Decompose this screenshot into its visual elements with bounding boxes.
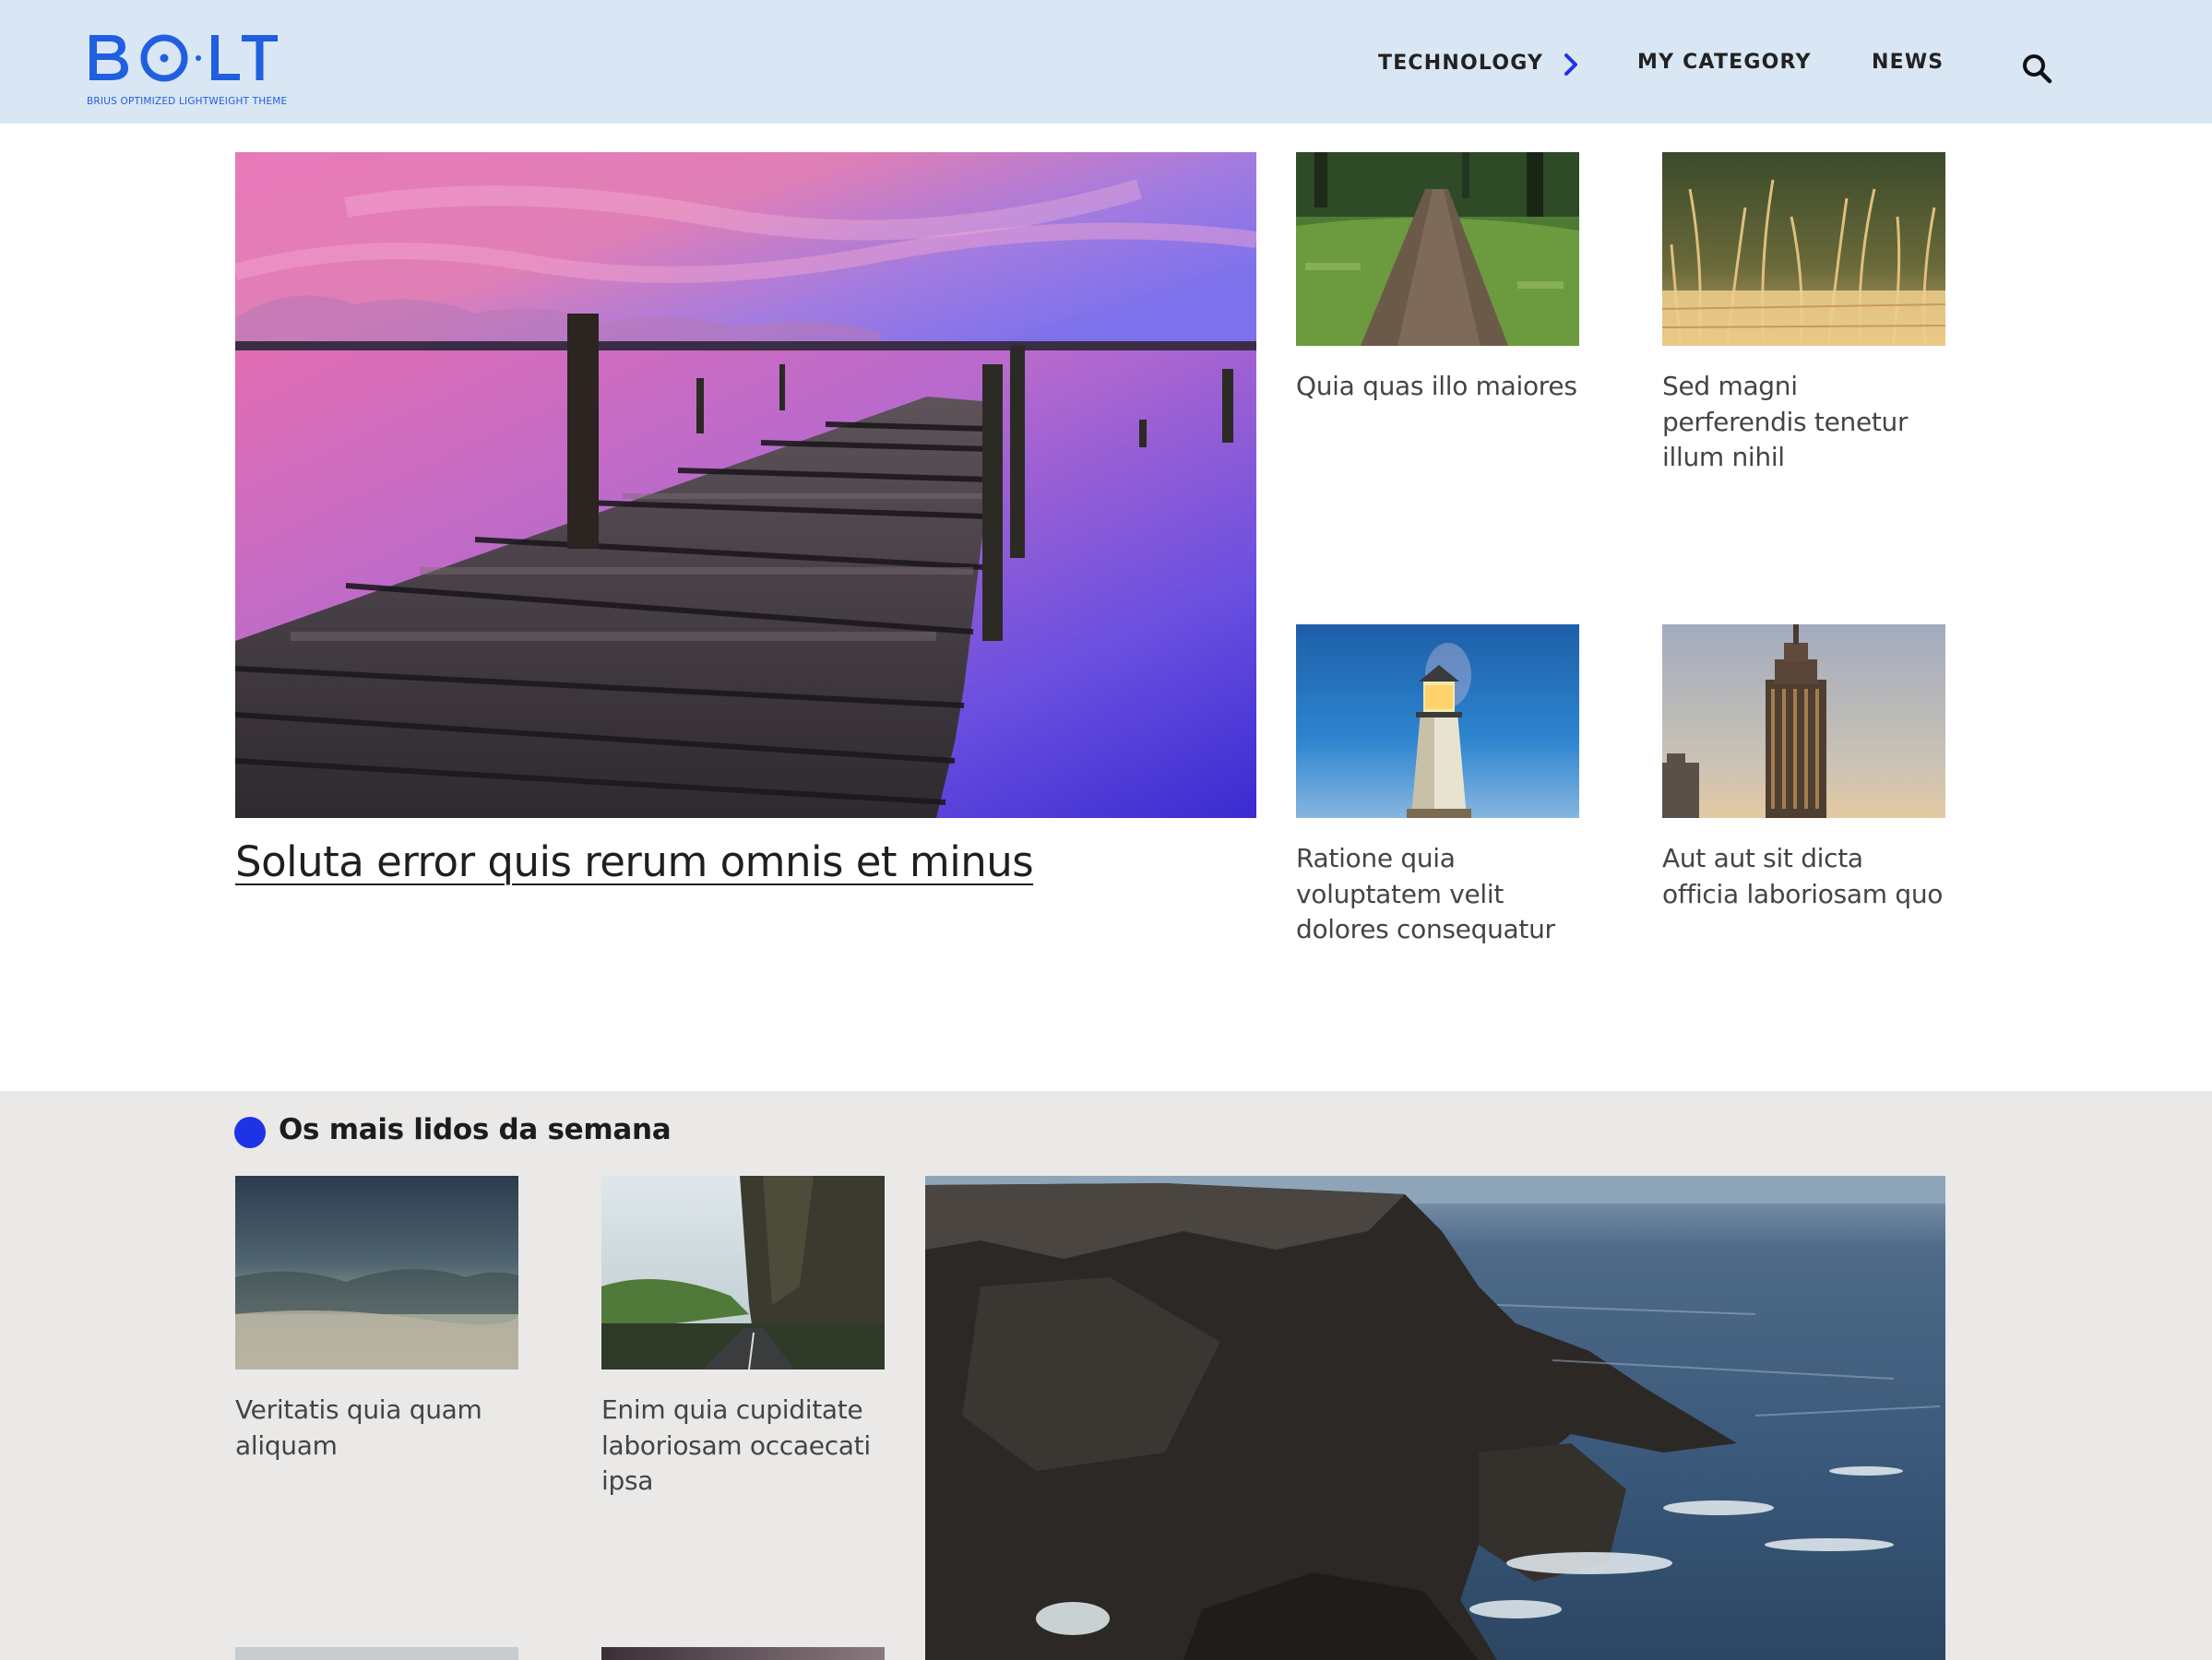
featured-main-image[interactable] — [235, 152, 1256, 818]
pier-sunset-image — [235, 152, 1256, 818]
cliff-road-image — [601, 1176, 885, 1370]
most-read-next-thumb — [601, 1647, 885, 1660]
featured-main-title[interactable]: Soluta error quis rerum omnis et minus — [235, 837, 1034, 886]
bolt-logo-icon — [89, 34, 278, 82]
card-title: Sed magni perferendis tenetur illum nihi… — [1662, 371, 1909, 472]
card-title: Veritatis quia quam aliquam — [235, 1394, 482, 1461]
section-heading: Os mais lidos da semana — [279, 1113, 672, 1146]
card-title: Quia quas illo maiores — [1296, 371, 1577, 401]
skyscraper-image — [1662, 624, 1945, 818]
site-header: BRIUS OPTIMIZED LIGHTWEIGHT THEME TECHNO… — [0, 0, 2212, 124]
nav-item-technology[interactable]: TECHNOLOGY — [1378, 52, 1543, 75]
featured-card[interactable]: Quia quas illo maiores — [1296, 152, 1579, 405]
card-title: Enim quia cupiditate laboriosam occaecat… — [601, 1394, 871, 1496]
most-read-card[interactable]: Veritatis quia quam aliquam — [235, 1176, 518, 1464]
logo-tagline: BRIUS OPTIMIZED LIGHTWEIGHT THEME — [87, 96, 288, 107]
most-read-next-thumb — [235, 1647, 518, 1660]
section-dot-icon — [234, 1117, 266, 1148]
nav-item-my-category[interactable]: MY CATEGORY — [1637, 51, 1812, 74]
search-icon[interactable] — [2020, 52, 2053, 85]
site-logo[interactable]: BRIUS OPTIMIZED LIGHTWEIGHT THEME — [87, 28, 308, 111]
lighthouse-image — [1296, 624, 1579, 818]
card-title: Ratione quia voluptatem velit dolores co… — [1296, 843, 1555, 944]
sea-cliffs-image — [925, 1176, 1945, 1660]
featured-card[interactable]: Aut aut sit dicta officia laboriosam quo — [1662, 624, 1945, 912]
card-title: Aut aut sit dicta officia laboriosam quo — [1662, 843, 1944, 909]
stormy-sky-image — [235, 1176, 518, 1370]
featured-card[interactable]: Ratione quia voluptatem velit dolores co… — [1296, 624, 1579, 948]
featured-card[interactable]: Sed magni perferendis tenetur illum nihi… — [1662, 152, 1945, 476]
forest-path-image — [1296, 152, 1579, 346]
most-read-card[interactable]: Enim quia cupiditate laboriosam occaecat… — [601, 1176, 885, 1500]
chevron-right-icon[interactable] — [1563, 53, 1579, 77]
most-read-big-image[interactable] — [925, 1176, 1945, 1660]
nav-item-news[interactable]: NEWS — [1872, 51, 1944, 74]
wheat-field-image — [1662, 152, 1945, 346]
